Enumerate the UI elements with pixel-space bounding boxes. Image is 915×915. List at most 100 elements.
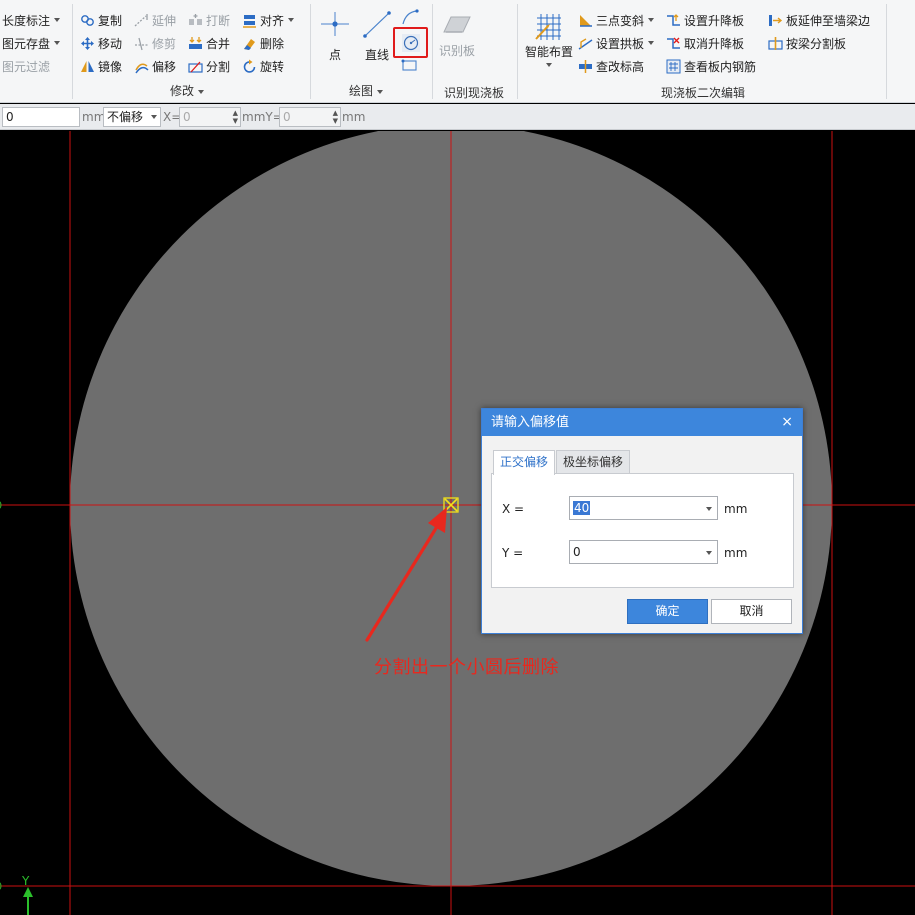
group-draw: 点 直线 绘图 [311,0,431,103]
break-button[interactable]: 打断 [188,10,230,30]
x-coordinate-input[interactable]: 0 ▲ ▼ [179,107,241,127]
merge-icon [189,36,202,49]
length-input[interactable]: 0 [2,107,80,127]
rectangle-icon[interactable] [401,59,419,71]
unit-label: mm [342,110,366,124]
cancel-lift-slab-button[interactable]: 取消升降板 [666,33,744,53]
split-button[interactable]: 分割 [188,56,230,76]
y-coordinate-input[interactable]: 0 ▲ ▼ [279,107,341,127]
offset-icon [135,62,149,73]
three-point-slope-button[interactable]: 三点变斜 [578,10,655,30]
tab-panel: X = 40 mm Y = 0 mm [491,473,794,588]
element-save-button[interactable]: 图元存盘 [2,33,61,53]
trim-button[interactable]: 修剪 [134,33,176,53]
chevron-down-icon [54,18,61,22]
draw-point-button[interactable]: 点 [319,10,351,63]
ucs-axis-icon [23,887,33,915]
cancel-button[interactable]: 取消 [711,599,792,624]
tab-orthogonal-offset[interactable]: 正交偏移 [493,450,556,475]
smart-layout-icon [535,14,561,40]
coordinate-input-bar: 0 mm 不偏移 X= 0 ▲ ▼ mmY= 0 ▲ ▼ mm [0,104,915,130]
move-button[interactable]: 移动 [80,33,122,53]
group-separator [72,4,73,99]
chevron-down-icon [288,18,295,22]
x-unit-label: mm [724,502,748,516]
chevron-down-icon [151,115,157,119]
x-offset-combo[interactable]: 40 [569,496,718,520]
ribbon-toolbar: 长度标注 图元存盘 图元过滤 复制 移动 镜像 延伸 修剪 偏移 打断 合并 分… [0,0,915,103]
arc-icon[interactable] [400,8,420,26]
offset-dialog: 请输入偏移值 × 正交偏移 极坐标偏移 X = 40 mm Y = 0 mm 确… [481,408,803,634]
unit-label-y: mmY= [242,110,283,124]
chevron-down-icon [198,89,205,94]
split-by-beam-button[interactable]: 按梁分割板 [768,33,846,53]
align-icon [243,14,256,28]
set-lift-slab-button[interactable]: 设置升降板 [666,10,744,30]
copy-button[interactable]: 复制 [80,10,122,30]
group-title-modify[interactable]: 修改 [170,82,205,99]
view-rebar-button[interactable]: 查看板内钢筋 [666,56,756,76]
y-offset-combo[interactable]: 0 [569,540,718,564]
extend-to-wall-beam-button[interactable]: 板延伸至墙梁边 [768,10,870,30]
identify-slab-icon [443,16,471,33]
spin-arrows-icon[interactable]: ▲ ▼ [233,109,238,125]
delete-button[interactable]: 删除 [242,33,284,53]
circle-icon [402,34,420,52]
group-identify: 识别板 识别现浇板 [433,0,517,103]
dialog-titlebar[interactable]: 请输入偏移值 × [482,409,802,436]
smart-layout-button[interactable]: 智能布置 [523,12,575,67]
chevron-down-icon[interactable] [706,507,712,511]
view-rebar-icon [666,59,681,73]
chevron-down-icon [648,18,655,22]
cancel-lift-slab-icon [667,37,680,49]
three-point-slope-icon [580,14,592,27]
lift-slab-icon [667,13,680,26]
tab-polar-offset[interactable]: 极坐标偏移 [556,450,631,474]
elevation-icon [579,59,592,73]
chevron-down-icon[interactable] [706,551,712,555]
point-icon [321,12,349,36]
draw-line-button[interactable]: 直线 [361,10,393,63]
circle-tool-button[interactable] [393,27,428,58]
line-icon [363,11,391,38]
rotate-icon [243,59,256,73]
eraser-icon [244,38,255,50]
chevron-down-icon [54,41,61,45]
y-field-label: Y = [502,546,524,560]
arch-slab-icon [578,37,593,50]
group-separator [886,4,887,99]
mirror-button[interactable]: 镜像 [80,56,122,76]
offset-button[interactable]: 偏移 [134,56,176,76]
merge-button[interactable]: 合并 [188,33,230,53]
close-icon[interactable]: × [781,409,793,436]
y-unit-label: mm [724,546,748,560]
group-title-identify: 识别现浇板 [444,86,505,100]
modify-elevation-button[interactable]: 查改标高 [578,56,644,76]
offset-mode-select[interactable]: 不偏移 [103,107,161,127]
extend-slab-icon [769,14,783,26]
mirror-icon [81,60,94,72]
chevron-down-icon [377,89,384,94]
group-secondary-edit: 智能布置 三点变斜 设置拱板 查改标高 设置升降板 取消升降板 查看板内钢筋 板… [518,0,886,103]
group-modify: 复制 移动 镜像 延伸 修剪 偏移 打断 合并 分割 对齐 删除 旋转 修改 [74,0,308,103]
align-button[interactable]: 对齐 [242,10,295,30]
ok-button[interactable]: 确定 [627,599,708,624]
group-title-draw[interactable]: 绘图 [349,82,384,99]
set-arch-slab-button[interactable]: 设置拱板 [578,33,655,53]
spin-arrows-icon[interactable]: ▲ ▼ [333,109,338,125]
trim-icon [135,37,148,50]
length-dimension-button[interactable]: 长度标注 [2,10,61,30]
identify-slab-button[interactable]: 识别板 [435,14,479,59]
extend-icon [134,13,148,26]
rotate-button[interactable]: 旋转 [242,56,284,76]
split-by-beam-icon [768,36,783,50]
copy-icon [81,14,94,26]
annotation-text: 分割出一个小圆后删除 [374,657,559,678]
extend-button[interactable]: 延伸 [134,10,176,30]
dialog-title: 请输入偏移值 [491,415,570,430]
group-title-secondary: 现浇板二次编辑 [661,86,746,100]
x-field-label: X = [502,502,525,516]
unit-label: mm [82,110,106,124]
element-filter-button[interactable]: 图元过滤 [2,56,50,76]
move-icon [81,36,94,50]
